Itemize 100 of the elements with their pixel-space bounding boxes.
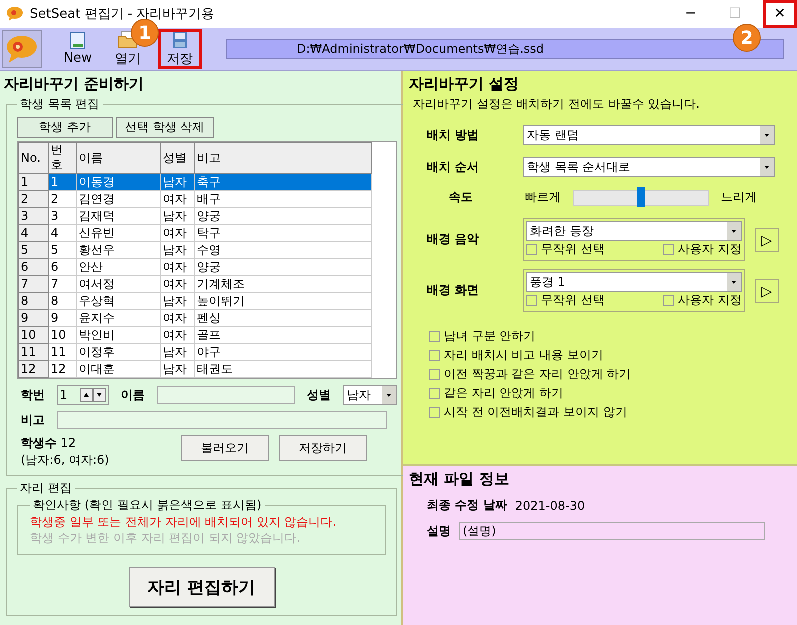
column-header[interactable]: 번호 [48,142,76,174]
setting-label: 속도 [448,189,474,206]
column-header[interactable]: 비고 [194,142,372,174]
table-row[interactable]: 6 6 안산 여자 양궁 [18,258,372,276]
setting-dropdown[interactable]: 화려한 등장 [526,221,742,241]
checkbox[interactable]: 무작위 선택 [526,292,605,309]
checkbox[interactable]: 사용자 지정 [663,292,742,309]
row-header: 10 [18,326,48,344]
table-cell: 여자 [160,190,194,208]
play-button[interactable]: ▷ [755,228,779,252]
checkbox[interactable]: 남녀 구분 안하기 [429,328,771,345]
column-header[interactable]: 이름 [76,142,160,174]
new-button[interactable]: New [58,29,98,69]
field-label: 비고 [21,412,46,428]
field-label: 이름 [121,386,146,404]
table-cell: 우상혁 [76,292,160,310]
name-field[interactable] [157,386,295,404]
setting-label: 배치 방법 [426,126,480,144]
checkbox[interactable]: 자리 배치시 비고 내용 보이기 [429,347,771,364]
column-header[interactable]: 성별 [160,142,194,174]
table-row[interactable]: 2 2 김연경 여자 배구 [18,190,372,208]
table-cell: 10 [48,326,76,344]
table-row[interactable]: 7 7 여서정 여자 기계체조 [18,276,372,292]
table-cell: 여자 [160,258,194,276]
action-button[interactable]: 저장하기 [279,435,367,461]
table-cell: 11 [48,344,76,360]
row-header: 7 [18,276,48,292]
checkbox[interactable]: 시작 전 이전배치결과 보이지 않기 [429,404,771,421]
play-button[interactable]: ▷ [755,278,779,302]
table-cell: 남자 [160,292,194,310]
section-title: 현재 파일 정보 [409,470,510,489]
field-label: 설명 [427,522,451,540]
table-cell: 8 [48,292,76,310]
table-cell: 높이뛰기 [194,292,372,310]
table-cell: 남자 [160,208,194,224]
table-cell: 3 [48,208,76,224]
table-row[interactable]: 11 11 이정후 남자 야구 [18,344,372,360]
action-button[interactable]: 불러오기 [181,435,269,461]
table-cell: 태권도 [194,360,372,378]
row-header: 6 [18,258,48,276]
close-button[interactable]: ✕ [763,0,797,28]
group-title: 확인사항 (확인 필요시 붉은색으로 표시됨) [32,497,263,514]
note-field[interactable] [57,411,387,429]
checkbox[interactable]: 이전 짝꿍과 같은 자리 안앉게 하기 [429,366,771,383]
table-cell: 남자 [160,344,194,360]
field-label: 학번 [21,386,46,404]
table-cell: 2 [48,190,76,208]
setting-dropdown[interactable]: 학생 목록 순서대로 [523,157,775,177]
checkbox[interactable]: 사용자 지정 [663,241,742,258]
app-logo-icon[interactable] [2,30,42,68]
table-cell: 남자 [160,360,194,378]
table-row[interactable]: 9 9 윤지수 여자 펜싱 [18,310,372,326]
edit-seats-button[interactable]: 자리 편집하기 [128,567,274,607]
field-label: 성별 [307,386,332,404]
column-header[interactable]: No. [18,142,48,174]
toolbar-button[interactable]: 선택 학생 삭제 [116,117,214,138]
table-row[interactable]: 3 3 김재덕 남자 양궁 [18,208,372,224]
table-cell: 이정후 [76,344,160,360]
table-cell: 황선우 [76,242,160,258]
row-header: 12 [18,360,48,378]
toolbar-button[interactable]: 학생 추가 [17,117,113,138]
table-cell: 김연경 [76,190,160,208]
group-title: 학생 목록 편집 [19,96,101,113]
setting-dropdown[interactable]: 풍경 1 [526,272,742,292]
number-spinner[interactable]: 1 [57,385,109,405]
status-message: 학생 수가 변한 이후 자리 편집이 되지 않았습니다. [30,530,302,546]
table-cell: 축구 [194,174,372,190]
table-row[interactable]: 1 1 이동경 남자 축구 [18,174,372,190]
slider-thumb[interactable] [637,186,645,206]
table-cell: 여자 [160,326,194,344]
row-header: 11 [18,344,48,360]
table-cell: 여자 [160,310,194,326]
slider-max-label: 느리게 [721,189,757,206]
table-cell: 여자 [160,276,194,292]
table-cell: 1 [48,174,76,190]
table-row[interactable]: 12 12 이대훈 남자 태권도 [18,360,372,378]
table-cell: 야구 [194,344,372,360]
table-row[interactable]: 5 5 황선우 남자 수영 [18,242,372,258]
table-row[interactable]: 10 10 박인비 여자 골프 [18,326,372,344]
table-cell: 여자 [160,224,194,242]
table-cell: 12 [48,360,76,378]
table-cell: 남자 [160,174,194,190]
table-cell: 4 [48,224,76,242]
table-cell: 박인비 [76,326,160,344]
table-row[interactable]: 4 4 신유빈 여자 탁구 [18,224,372,242]
setting-dropdown[interactable]: 자동 랜덤 [523,125,775,145]
checkbox[interactable]: 같은 자리 안앉게 하기 [429,385,771,402]
table-row[interactable]: 8 8 우상혁 남자 높이뛰기 [18,292,372,310]
description-field[interactable]: (설명) [459,522,765,540]
table-cell: 남자 [160,242,194,258]
gender-dropdown[interactable]: 남자 [343,385,397,405]
speed-slider[interactable] [573,190,709,206]
date-value: 2021-08-30 [515,498,586,512]
field-label: 최종 수정 날짜 [427,497,508,514]
row-header: 3 [18,208,48,224]
checkbox[interactable]: 무작위 선택 [526,241,605,258]
save-button[interactable]: 저장 [158,29,202,69]
setting-label: 배치 순서 [426,158,480,176]
section-title: 자리바꾸기 설정 [409,75,520,94]
table-cell: 수영 [194,242,372,258]
